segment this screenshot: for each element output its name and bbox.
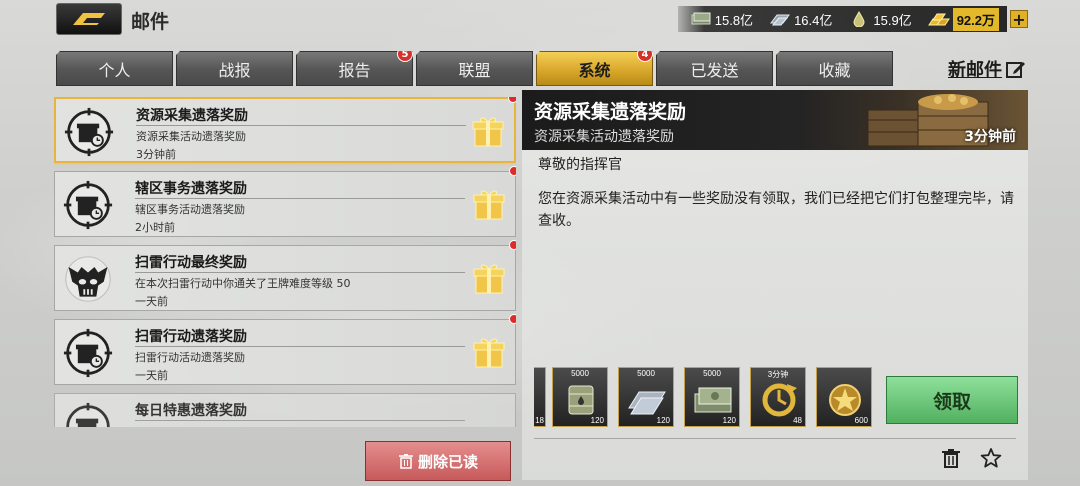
detail-header: 资源采集遗落奖励 资源采集活动遗落奖励 3分钟前 xyxy=(522,90,1028,150)
trash-icon xyxy=(398,454,413,469)
gold-bars-icon xyxy=(927,13,950,26)
resource-steel: 16.4亿 xyxy=(769,10,832,29)
steel-bars-icon xyxy=(770,14,791,26)
reward-item[interactable]: 600 xyxy=(816,367,872,427)
star-medal-icon xyxy=(829,384,861,416)
tab-battle-report[interactable]: 战报 xyxy=(176,51,293,86)
mail-item[interactable]: 辖区事务遗落奖励 辖区事务活动遗落奖励 2小时前 xyxy=(54,166,516,237)
resource-gold: 92.2万 xyxy=(927,7,999,31)
unread-dot xyxy=(509,166,516,176)
divider xyxy=(135,198,465,199)
unread-dot xyxy=(509,314,516,324)
mail-subtitle: 资源采集活动遗落奖励 xyxy=(136,130,246,143)
compose-icon xyxy=(1006,62,1025,78)
mail-time: 一天前 xyxy=(135,369,168,382)
mail-list[interactable]: 资源采集遗落奖励 资源采集活动遗落奖励 3分钟前 辖区事务遗落奖励 辖区事务活动… xyxy=(54,97,516,427)
cash-stack-icon xyxy=(691,12,711,25)
detail-subtitle: 资源采集活动遗落奖励 xyxy=(534,129,674,145)
mail-item[interactable]: 扫雷行动遗落奖励 扫雷行动活动遗落奖励 一天前 xyxy=(54,314,516,385)
reward-item[interactable]: 5000 120 xyxy=(618,367,674,427)
detail-title: 资源采集遗落奖励 xyxy=(534,101,687,123)
resource-cash: 15.8亿 xyxy=(690,10,753,29)
delete-mail-icon[interactable] xyxy=(940,447,962,469)
mail-tabs: 个人 战报 报告 5 联盟 系统 4 已发送 收藏 xyxy=(56,51,896,87)
mail-time: 3分钟前 xyxy=(136,148,176,161)
mail-greeting: 尊敬的指挥官 xyxy=(538,157,622,173)
favorite-star-icon[interactable] xyxy=(980,447,1002,469)
gift-crosshair-icon xyxy=(63,328,113,378)
tab-personal[interactable]: 个人 xyxy=(56,51,173,86)
mail-title: 扫雷行动最终奖励 xyxy=(135,255,247,271)
delete-read-button[interactable]: 删除已读 xyxy=(365,441,511,481)
mail-detail-panel: 资源采集遗落奖励 资源采集活动遗落奖励 3分钟前 尊敬的指挥官 您在资源采集活动… xyxy=(522,90,1028,480)
gift-icon xyxy=(473,190,505,220)
cash-stack-icon xyxy=(694,387,732,413)
claim-button[interactable]: 领取 xyxy=(886,376,1018,424)
page-title: 邮件 xyxy=(131,11,170,33)
resource-oil: 15.9亿 xyxy=(848,10,912,29)
mail-time: 一天前 xyxy=(135,295,168,308)
gift-crosshair-icon xyxy=(64,107,114,157)
mail-time: 2小时前 xyxy=(135,221,175,234)
gift-crosshair-icon xyxy=(63,180,113,230)
back-button[interactable] xyxy=(56,3,122,35)
tab-report[interactable]: 报告 5 xyxy=(296,51,413,86)
mail-body: 您在资源采集活动中有一些奖励没有领取，我们已经把它们打包整理完毕，请查收。 xyxy=(538,191,1014,229)
unread-dot xyxy=(509,240,516,250)
mail-item[interactable]: 资源采集遗落奖励 资源采集活动遗落奖励 3分钟前 xyxy=(54,97,516,163)
unread-dot xyxy=(508,97,516,103)
reward-item[interactable]: 3分钟 48 xyxy=(750,367,806,427)
reward-item[interactable]: 5000 120 xyxy=(552,367,608,427)
divider xyxy=(135,346,465,347)
mail-subtitle: 辖区事务活动遗落奖励 xyxy=(135,203,245,216)
tab-alliance[interactable]: 联盟 xyxy=(416,51,533,86)
mail-title: 资源采集遗落奖励 xyxy=(136,108,248,124)
skull-emblem-icon xyxy=(65,256,111,302)
tab-favorites[interactable]: 收藏 xyxy=(776,51,893,86)
gift-icon xyxy=(473,264,505,294)
oil-icon xyxy=(853,11,865,27)
mail-title: 每日特惠遗落奖励 xyxy=(135,403,247,419)
mail-subtitle: 在本次扫雷行动中你通关了王牌难度等级 50 xyxy=(135,277,351,290)
back-arrow-icon xyxy=(73,13,105,25)
tab-sent[interactable]: 已发送 xyxy=(656,51,773,86)
mail-title: 辖区事务遗落奖励 xyxy=(135,181,247,197)
gift-icon xyxy=(473,338,505,368)
speedup-icon xyxy=(762,383,797,417)
detail-time: 3分钟前 xyxy=(964,129,1016,145)
divider xyxy=(136,125,466,126)
divider xyxy=(135,272,465,273)
reward-list[interactable]: 18 5000 120 5000 120 5000 120 3分钟 48 600 xyxy=(534,367,884,429)
reward-item[interactable]: 5000 120 xyxy=(684,367,740,427)
add-gold-button[interactable]: + xyxy=(1010,10,1028,29)
steel-bars-icon xyxy=(628,391,666,415)
new-mail-button[interactable]: 新邮件 xyxy=(948,56,1026,82)
mail-item[interactable]: 每日特惠遗落奖励 xyxy=(54,393,516,427)
tab-system[interactable]: 系统 4 xyxy=(536,51,653,86)
mail-item[interactable]: 扫雷行动最终奖励 在本次扫雷行动中你通关了王牌难度等级 50 一天前 xyxy=(54,240,516,311)
report-badge: 5 xyxy=(397,51,413,62)
divider xyxy=(135,420,465,421)
system-badge: 4 xyxy=(637,51,653,62)
divider xyxy=(534,438,1016,439)
reward-item[interactable]: 18 xyxy=(534,367,546,427)
oil-barrel-icon xyxy=(568,385,594,415)
gift-icon xyxy=(472,117,504,147)
resource-bar: 15.8亿 16.4亿 15.9亿 92.2万 + xyxy=(677,6,1028,32)
gift-crosshair-icon xyxy=(66,402,110,427)
mail-subtitle: 扫雷行动活动遗落奖励 xyxy=(135,351,245,364)
top-bar: 邮件 15.8亿 16.4亿 15.9亿 92.2万 + xyxy=(0,0,1080,38)
mail-title: 扫雷行动遗落奖励 xyxy=(135,329,247,345)
